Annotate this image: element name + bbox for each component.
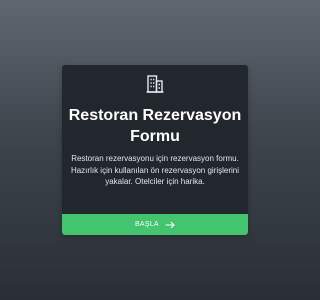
card-icon-wrapper [62, 74, 248, 96]
building-icon [146, 75, 164, 93]
start-button[interactable]: BAŞLA [62, 214, 248, 235]
arrow-right-icon [165, 221, 175, 229]
form-description: Restoran rezervasyonu için rezervasyon f… [70, 154, 240, 186]
form-card: Restoran Rezervasyon Formu Restoran reze… [62, 65, 248, 235]
start-button-label: BAŞLA [134, 221, 160, 228]
form-title: Restoran Rezervasyon Formu [68, 107, 242, 145]
